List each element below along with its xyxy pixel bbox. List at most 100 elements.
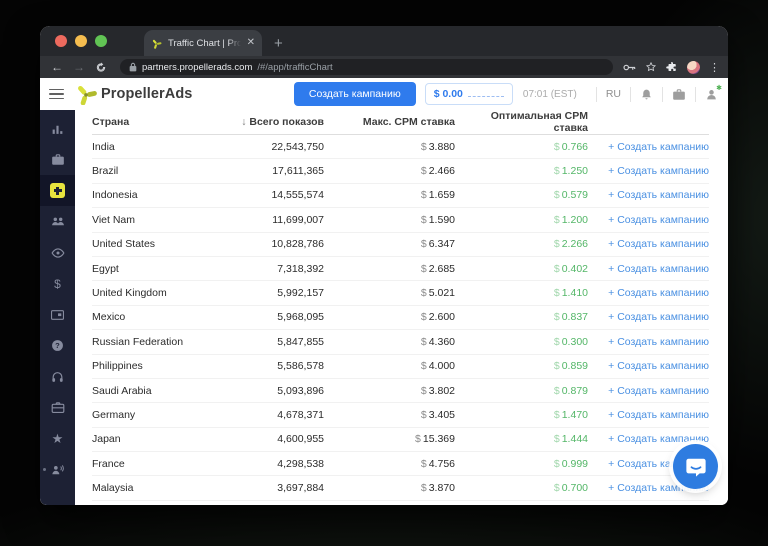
impressions-cell: 4,678,371 bbox=[277, 408, 324, 421]
max-cpm-cell: $4.360 bbox=[420, 335, 455, 348]
optimal-cpm-cell: $0.999 bbox=[553, 457, 588, 470]
eye-icon bbox=[50, 247, 65, 258]
sidebar-item-traffic-chart[interactable] bbox=[40, 175, 75, 206]
optimal-cpm-cell: $0.859 bbox=[553, 360, 588, 373]
card-icon bbox=[51, 309, 64, 320]
chat-widget-button[interactable] bbox=[673, 444, 718, 489]
browser-profile-avatar[interactable] bbox=[687, 60, 700, 74]
row-create-campaign-link[interactable]: + Создать кампанию bbox=[588, 263, 709, 275]
table-row: Saudi Arabia 5,093,896 $3.802 $0.879 + С… bbox=[92, 379, 709, 404]
max-cpm-cell: $3.802 bbox=[420, 384, 455, 397]
table-row: Brazil 17,611,365 $2.466 $1.250 + Создат… bbox=[92, 159, 709, 184]
sidebar-item-finances[interactable]: $ bbox=[40, 268, 75, 299]
url-host: partners.propellerads.com bbox=[142, 61, 253, 73]
app-body: $ ? ★ Страна ↓ Всего показов Макс. CPM с… bbox=[40, 110, 728, 505]
browser-tab[interactable]: Traffic Chart | Propeller Ads - a ✕ bbox=[144, 30, 262, 56]
sidebar-item-payments[interactable] bbox=[40, 299, 75, 330]
brand-logo[interactable]: PropellerAds bbox=[75, 83, 192, 105]
close-window-button[interactable] bbox=[55, 35, 67, 47]
sidebar-item-campaigns[interactable] bbox=[40, 144, 75, 175]
sidebar-item-favorites[interactable]: ★ bbox=[40, 423, 75, 454]
max-cpm-cell: $4.000 bbox=[420, 360, 455, 373]
country-cell: Mexico bbox=[92, 311, 126, 324]
impressions-cell: 4,600,955 bbox=[277, 433, 324, 446]
sidebar-item-tools[interactable] bbox=[40, 392, 75, 423]
column-header-max-cpm[interactable]: Макс. CPM ставка bbox=[324, 116, 455, 128]
new-tab-button[interactable]: + bbox=[274, 36, 283, 51]
row-create-campaign-link[interactable]: + Создать кампанию bbox=[588, 287, 709, 299]
close-tab-icon[interactable]: ✕ bbox=[247, 38, 255, 48]
sidebar-item-audience[interactable] bbox=[40, 206, 75, 237]
sidebar-item-support[interactable] bbox=[40, 361, 75, 392]
row-create-campaign-link[interactable]: + Создать кампанию bbox=[588, 311, 709, 323]
address-bar[interactable]: partners.propellerads.com /#/app/trafficC… bbox=[120, 59, 613, 75]
password-key-icon[interactable] bbox=[623, 63, 636, 72]
traffic-chart-table: Страна ↓ Всего показов Макс. CPM ставка … bbox=[75, 110, 728, 505]
column-header-country[interactable]: Страна bbox=[92, 116, 204, 128]
row-create-campaign-link[interactable]: + Создать кампанию bbox=[588, 214, 709, 226]
star-icon: ★ bbox=[51, 431, 64, 446]
impressions-cell: 5,586,578 bbox=[277, 360, 324, 373]
minimize-window-button[interactable] bbox=[75, 35, 87, 47]
max-cpm-cell: $15.369 bbox=[415, 433, 455, 446]
window-controls bbox=[55, 35, 107, 47]
notifications-button[interactable] bbox=[640, 88, 653, 101]
max-cpm-cell: $1.590 bbox=[420, 213, 455, 226]
back-button[interactable]: ← bbox=[48, 61, 66, 73]
optimal-cpm-cell: $0.402 bbox=[553, 262, 588, 275]
row-create-campaign-link[interactable]: + Создать кампанию bbox=[588, 165, 709, 177]
finance-dollar-icon: $ bbox=[54, 276, 61, 291]
optimal-cpm-cell: $1.200 bbox=[553, 213, 588, 226]
row-create-campaign-link[interactable]: + Создать кампанию bbox=[588, 336, 709, 348]
impressions-cell: 22,543,750 bbox=[271, 140, 324, 153]
column-header-optimal-cpm[interactable]: Оптимальная CPM ставка bbox=[455, 110, 588, 134]
optimal-cpm-cell: $1.250 bbox=[553, 165, 588, 178]
bookmark-star-icon[interactable] bbox=[645, 61, 657, 73]
max-cpm-cell: $6.347 bbox=[420, 238, 455, 251]
optimal-cpm-cell: $0.700 bbox=[553, 482, 588, 495]
profile-button[interactable]: ✱ bbox=[705, 85, 722, 101]
impressions-cell: 5,968,095 bbox=[277, 311, 324, 324]
headphones-icon bbox=[52, 371, 63, 382]
country-cell: Russian Federation bbox=[92, 335, 184, 348]
row-create-campaign-link[interactable]: + Создать кампанию bbox=[588, 409, 709, 421]
table-row: Mexico 5,968,095 $2.600 $0.837 + Создать… bbox=[92, 306, 709, 331]
sidebar-item-tracking[interactable] bbox=[40, 237, 75, 268]
row-create-campaign-link[interactable]: + Создать кампанию bbox=[588, 189, 709, 201]
toolbar-actions: ⋮ bbox=[623, 60, 720, 74]
sidebar-item-referral[interactable] bbox=[40, 454, 75, 485]
url-path: /#/app/trafficChart bbox=[257, 61, 333, 73]
row-create-campaign-link[interactable]: + Создать кампанию bbox=[588, 238, 709, 250]
table-row: Egypt 7,318,392 $2.685 $0.402 + Создать … bbox=[92, 257, 709, 282]
extensions-puzzle-icon[interactable] bbox=[666, 61, 678, 73]
hamburger-menu-icon[interactable] bbox=[49, 88, 64, 100]
balance-field[interactable]: $ 0.00 bbox=[424, 83, 513, 105]
chrome-menu-icon[interactable]: ⋮ bbox=[709, 61, 720, 74]
case-icon bbox=[51, 402, 64, 413]
campaigns-briefcase-icon bbox=[51, 154, 64, 165]
max-cpm-cell: $3.870 bbox=[420, 482, 455, 495]
sidebar-item-help[interactable]: ? bbox=[40, 330, 75, 361]
row-create-campaign-link[interactable]: + Создать кампанию bbox=[588, 141, 709, 153]
column-header-impressions[interactable]: ↓ Всего показов bbox=[204, 116, 324, 128]
account-menu-button[interactable] bbox=[672, 88, 686, 101]
language-selector[interactable]: RU bbox=[606, 88, 621, 100]
max-cpm-cell: $2.685 bbox=[420, 262, 455, 275]
row-create-campaign-link[interactable]: + Создать кампанию bbox=[588, 385, 709, 397]
balance-dashed-placeholder bbox=[467, 95, 504, 97]
forward-button[interactable]: → bbox=[70, 61, 88, 73]
table-row: Germany 4,678,371 $3.405 $1.470 + Создат… bbox=[92, 403, 709, 428]
table-row: Indonesia 14,555,574 $1.659 $0.579 + Соз… bbox=[92, 184, 709, 209]
traffic-chart-icon bbox=[50, 183, 65, 198]
row-create-campaign-link[interactable]: + Создать кампанию bbox=[588, 360, 709, 372]
propellerads-app: PropellerAds Создать кампанию $ 0.00 07:… bbox=[40, 78, 728, 505]
reload-button[interactable] bbox=[92, 61, 110, 73]
country-cell: Viet Nam bbox=[92, 213, 135, 226]
sidebar-item-statistics[interactable] bbox=[40, 113, 75, 144]
table-header-row: Страна ↓ Всего показов Макс. CPM ставка … bbox=[92, 110, 709, 135]
zoom-window-button[interactable] bbox=[95, 35, 107, 47]
briefcase-icon bbox=[673, 88, 685, 100]
country-cell: United Kingdom bbox=[92, 287, 167, 300]
create-campaign-button[interactable]: Создать кампанию bbox=[293, 82, 416, 106]
country-cell: Malaysia bbox=[92, 482, 134, 495]
